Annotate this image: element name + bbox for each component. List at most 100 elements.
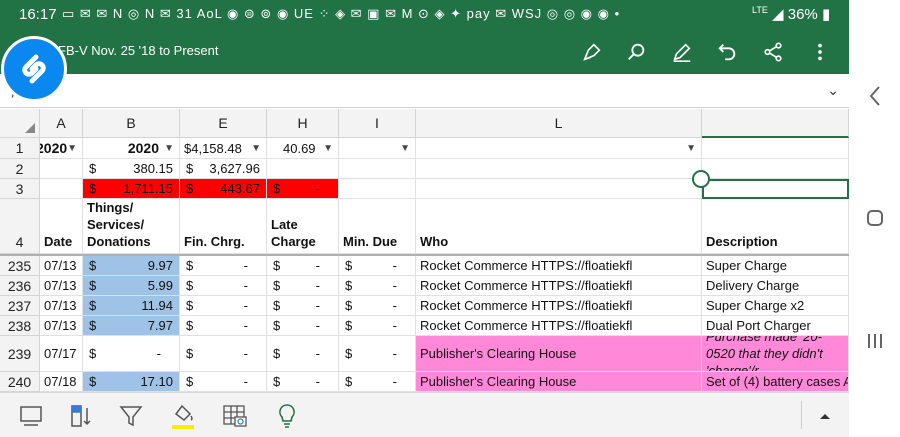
header-fin-chrg[interactable]: Fin. Chrg.: [180, 199, 267, 254]
cell-a2[interactable]: [40, 159, 83, 179]
shazam-bubble-icon[interactable]: [1, 36, 67, 102]
pencil-icon[interactable]: [668, 38, 696, 66]
cell-e3[interactable]: $443.67: [180, 179, 267, 199]
cell-date[interactable]: 07/13: [40, 296, 83, 316]
cell-amount[interactable]: $ -: [83, 336, 180, 372]
cell-min[interactable]: $ -: [339, 256, 416, 276]
row-header-1[interactable]: 1: [0, 138, 40, 159]
row-header[interactable]: 236: [0, 276, 40, 296]
cell-min[interactable]: $ -: [339, 336, 416, 372]
filter-dropdown-icon[interactable]: ▼: [67, 143, 77, 154]
cell-l2[interactable]: [416, 159, 702, 179]
column-header-a[interactable]: A: [40, 109, 83, 138]
share-icon[interactable]: [759, 38, 787, 66]
cell-desc[interactable]: Super Charge x2: [702, 296, 849, 316]
cell-amount[interactable]: $11.94: [83, 296, 180, 316]
undo-icon[interactable]: [713, 38, 741, 66]
cell-b2[interactable]: $380.15: [83, 159, 180, 179]
cell-min[interactable]: $ -: [339, 372, 416, 392]
cell-fin[interactable]: $ -: [180, 276, 267, 296]
column-header-l[interactable]: L: [416, 109, 702, 138]
cell-who[interactable]: Rocket Commerce HTTPS://floatiekfl: [416, 276, 702, 296]
row-header[interactable]: 237: [0, 296, 40, 316]
cell-amount[interactable]: $17.10: [83, 372, 180, 392]
cell-min[interactable]: $ -: [339, 276, 416, 296]
filter-dropdown-icon[interactable]: ▼: [323, 143, 333, 154]
cell-amount[interactable]: $9.97: [83, 256, 180, 276]
row-header-4[interactable]: 4: [0, 199, 40, 254]
select-all-corner[interactable]: [0, 109, 40, 138]
spreadsheet-grid[interactable]: A B E H I L 1 2020▼ 2020▼ $4,158.48▼ 40.…: [0, 109, 849, 392]
column-header-b[interactable]: B: [83, 109, 180, 138]
back-icon[interactable]: [862, 83, 888, 109]
cell-amount[interactable]: $5.99: [83, 276, 180, 296]
draw-pen-icon[interactable]: [578, 38, 606, 66]
cell-late[interactable]: $ -: [267, 256, 339, 276]
cell-desc[interactable]: Set of (4) battery cases A: [702, 372, 849, 392]
cell-fin[interactable]: $ -: [180, 372, 267, 392]
sort-icon[interactable]: [66, 401, 96, 431]
column-header-i[interactable]: I: [339, 109, 416, 138]
header-who[interactable]: Who: [416, 199, 702, 254]
recents-icon[interactable]: [862, 328, 888, 354]
filter-dropdown-icon[interactable]: ▼: [251, 143, 261, 154]
cell-late[interactable]: $ -: [267, 336, 339, 372]
cell-a1[interactable]: 2020▼: [40, 138, 83, 159]
home-icon[interactable]: [862, 205, 888, 231]
idea-icon[interactable]: [272, 401, 302, 431]
row-header-2[interactable]: 2: [0, 159, 40, 179]
filter-dropdown-icon[interactable]: ▼: [164, 143, 174, 154]
cell-i1[interactable]: ▼: [339, 138, 416, 159]
row-header[interactable]: 240: [0, 372, 40, 392]
cell-late[interactable]: $ -: [267, 276, 339, 296]
filter-dropdown-icon[interactable]: ▼: [400, 143, 410, 154]
search-icon[interactable]: [622, 38, 650, 66]
filter-dropdown-icon[interactable]: ▼: [686, 143, 696, 154]
cell-i2[interactable]: [339, 159, 416, 179]
row-header[interactable]: 235: [0, 256, 40, 276]
row-header-3[interactable]: 3: [0, 179, 40, 199]
cell-fin[interactable]: $ -: [180, 336, 267, 372]
column-header-m[interactable]: [702, 109, 849, 138]
row-header[interactable]: 238: [0, 316, 40, 336]
cell-e1[interactable]: $4,158.48 ▼: [180, 138, 267, 159]
selection-handle[interactable]: [692, 170, 710, 188]
filter-icon[interactable]: [116, 401, 146, 431]
cell-who[interactable]: Rocket Commerce HTTPS://floatiekfl: [416, 296, 702, 316]
formula-bar[interactable]: ƒ ⌄: [0, 74, 849, 108]
selected-cell-m3[interactable]: [702, 179, 849, 199]
cell-desc[interactable]: Dual Port Charger: [702, 316, 849, 336]
cell-h1[interactable]: 40.69 ▼: [267, 138, 339, 159]
cell-fin[interactable]: $ -: [180, 256, 267, 276]
header-things[interactable]: Things/ Services/ Donations: [83, 199, 180, 254]
cell-date[interactable]: 07/13: [40, 316, 83, 336]
table-image-icon[interactable]: [220, 401, 250, 431]
cell-who[interactable]: Rocket Commerce HTTPS://floatiekfl: [416, 256, 702, 276]
freeze-panes-icon[interactable]: [16, 401, 46, 431]
cell-fin[interactable]: $ -: [180, 316, 267, 336]
column-header-e[interactable]: E: [180, 109, 267, 138]
cell-l1[interactable]: ▼: [416, 138, 702, 159]
header-description[interactable]: Description: [702, 199, 849, 254]
cell-date[interactable]: 07/17: [40, 336, 83, 372]
cell-date[interactable]: 07/18: [40, 372, 83, 392]
header-date[interactable]: Date: [40, 199, 83, 254]
cell-late[interactable]: $ -: [267, 296, 339, 316]
cell-late[interactable]: $ -: [267, 316, 339, 336]
cell-desc[interactable]: Super Charge: [702, 256, 849, 276]
column-header-h[interactable]: H: [267, 109, 339, 138]
cell-b1[interactable]: 2020 ▼: [83, 138, 180, 159]
header-min-due[interactable]: Min. Due: [339, 199, 416, 254]
chevron-down-icon[interactable]: ⌄: [827, 82, 839, 99]
cell-m1[interactable]: [702, 138, 849, 159]
cell-l3[interactable]: [416, 179, 702, 199]
cell-h3[interactable]: $ -: [267, 179, 339, 199]
cell-amount[interactable]: $7.97: [83, 316, 180, 336]
cell-date[interactable]: 07/13: [40, 256, 83, 276]
cell-desc[interactable]: Delivery Charge: [702, 276, 849, 296]
cell-fin[interactable]: $ -: [180, 296, 267, 316]
fill-color-icon[interactable]: [168, 401, 198, 431]
cell-who[interactable]: Publisher's Clearing House: [416, 336, 702, 372]
collapse-icon[interactable]: [810, 401, 840, 431]
cell-a3[interactable]: [40, 179, 83, 199]
